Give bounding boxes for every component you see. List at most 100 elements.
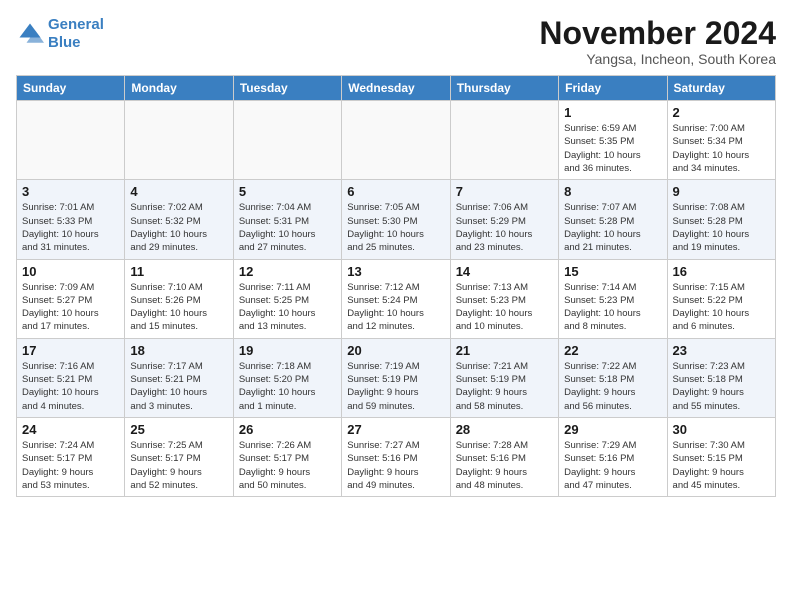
day-number: 22 (564, 343, 661, 358)
day-number: 6 (347, 184, 444, 199)
calendar-day-cell: 12 Sunrise: 7:11 AM Sunset: 5:25 PM Dayli… (233, 259, 341, 338)
day-number: 4 (130, 184, 227, 199)
calendar-day-cell: 24 Sunrise: 7:24 AM Sunset: 5:17 PM Dayli… (17, 417, 125, 496)
calendar-day-cell: 13Sunrise: 7:12 AM Sunset: 5:24 PM Dayli… (342, 259, 450, 338)
day-number: 19 (239, 343, 336, 358)
day-info: Sunrise: 7:26 AM Sunset: 5:17 PM Dayligh… (239, 439, 336, 492)
day-info: Sunrise: 7:13 AM Sunset: 5:23 PM Dayligh… (456, 281, 553, 334)
day-info: Sunrise: 7:06 AM Sunset: 5:29 PM Dayligh… (456, 201, 553, 254)
day-number: 28 (456, 422, 553, 437)
calendar-day-cell: 25 Sunrise: 7:25 AM Sunset: 5:17 PM Dayli… (125, 417, 233, 496)
calendar-day-cell: 19 Sunrise: 7:18 AM Sunset: 5:20 PM Dayli… (233, 338, 341, 417)
day-number: 16 (673, 264, 770, 279)
calendar-day-cell (233, 101, 341, 180)
day-info: Sunrise: 7:10 AM Sunset: 5:26 PM Dayligh… (130, 281, 227, 334)
day-info: Sunrise: 7:16 AM Sunset: 5:21 PM Dayligh… (22, 360, 119, 413)
calendar-day-cell: 11 Sunrise: 7:10 AM Sunset: 5:26 PM Dayli… (125, 259, 233, 338)
logo-icon (16, 20, 44, 48)
day-number: 23 (673, 343, 770, 358)
calendar-header-row: SundayMondayTuesdayWednesdayThursdayFrid… (17, 76, 776, 101)
location-subtitle: Yangsa, Incheon, South Korea (539, 51, 776, 67)
calendar-day-cell: 15Sunrise: 7:14 AM Sunset: 5:23 PM Dayli… (559, 259, 667, 338)
month-title: November 2024 (539, 16, 776, 51)
calendar-day-cell: 10 Sunrise: 7:09 AM Sunset: 5:27 PM Dayli… (17, 259, 125, 338)
day-info: Sunrise: 7:28 AM Sunset: 5:16 PM Dayligh… (456, 439, 553, 492)
weekday-header-monday: Monday (125, 76, 233, 101)
day-info: Sunrise: 7:29 AM Sunset: 5:16 PM Dayligh… (564, 439, 661, 492)
calendar-day-cell (450, 101, 558, 180)
day-info: Sunrise: 6:59 AM Sunset: 5:35 PM Dayligh… (564, 122, 661, 175)
weekday-header-friday: Friday (559, 76, 667, 101)
calendar-day-cell: 5Sunrise: 7:04 AM Sunset: 5:31 PM Daylig… (233, 180, 341, 259)
title-block: November 2024 Yangsa, Incheon, South Kor… (539, 16, 776, 67)
day-number: 9 (673, 184, 770, 199)
logo: General Blue (16, 16, 104, 52)
day-info: Sunrise: 7:19 AM Sunset: 5:19 PM Dayligh… (347, 360, 444, 413)
calendar-day-cell: 21 Sunrise: 7:21 AM Sunset: 5:19 PM Dayli… (450, 338, 558, 417)
calendar-week-row: 17 Sunrise: 7:16 AM Sunset: 5:21 PM Dayli… (17, 338, 776, 417)
calendar-day-cell: 20 Sunrise: 7:19 AM Sunset: 5:19 PM Dayli… (342, 338, 450, 417)
calendar-day-cell (125, 101, 233, 180)
day-number: 25 (130, 422, 227, 437)
logo-line1: General (48, 16, 104, 33)
day-info: Sunrise: 7:12 AM Sunset: 5:24 PM Dayligh… (347, 281, 444, 334)
day-info: Sunrise: 7:01 AM Sunset: 5:33 PM Dayligh… (22, 201, 119, 254)
calendar-day-cell: 1 Sunrise: 6:59 AM Sunset: 5:35 PM Daylig… (559, 101, 667, 180)
day-info: Sunrise: 7:30 AM Sunset: 5:15 PM Dayligh… (673, 439, 770, 492)
day-number: 26 (239, 422, 336, 437)
calendar-day-cell: 4 Sunrise: 7:02 AM Sunset: 5:32 PM Daylig… (125, 180, 233, 259)
calendar-day-cell: 29Sunrise: 7:29 AM Sunset: 5:16 PM Dayli… (559, 417, 667, 496)
calendar-day-cell: 14 Sunrise: 7:13 AM Sunset: 5:23 PM Dayli… (450, 259, 558, 338)
calendar-day-cell: 22 Sunrise: 7:22 AM Sunset: 5:18 PM Dayli… (559, 338, 667, 417)
day-number: 12 (239, 264, 336, 279)
day-info: Sunrise: 7:17 AM Sunset: 5:21 PM Dayligh… (130, 360, 227, 413)
weekday-header-wednesday: Wednesday (342, 76, 450, 101)
calendar-day-cell: 17 Sunrise: 7:16 AM Sunset: 5:21 PM Dayli… (17, 338, 125, 417)
day-info: Sunrise: 7:02 AM Sunset: 5:32 PM Dayligh… (130, 201, 227, 254)
day-number: 8 (564, 184, 661, 199)
calendar-day-cell: 30 Sunrise: 7:30 AM Sunset: 5:15 PM Dayli… (667, 417, 775, 496)
calendar-day-cell: 28 Sunrise: 7:28 AM Sunset: 5:16 PM Dayli… (450, 417, 558, 496)
logo-line2: Blue (48, 34, 81, 51)
day-info: Sunrise: 7:11 AM Sunset: 5:25 PM Dayligh… (239, 281, 336, 334)
calendar-week-row: 10 Sunrise: 7:09 AM Sunset: 5:27 PM Dayli… (17, 259, 776, 338)
day-number: 24 (22, 422, 119, 437)
day-info: Sunrise: 7:14 AM Sunset: 5:23 PM Dayligh… (564, 281, 661, 334)
day-info: Sunrise: 7:07 AM Sunset: 5:28 PM Dayligh… (564, 201, 661, 254)
day-number: 30 (673, 422, 770, 437)
day-info: Sunrise: 7:22 AM Sunset: 5:18 PM Dayligh… (564, 360, 661, 413)
calendar-day-cell (17, 101, 125, 180)
day-info: Sunrise: 7:09 AM Sunset: 5:27 PM Dayligh… (22, 281, 119, 334)
day-number: 27 (347, 422, 444, 437)
day-info: Sunrise: 7:24 AM Sunset: 5:17 PM Dayligh… (22, 439, 119, 492)
day-info: Sunrise: 7:04 AM Sunset: 5:31 PM Dayligh… (239, 201, 336, 254)
day-number: 20 (347, 343, 444, 358)
day-number: 10 (22, 264, 119, 279)
calendar-week-row: 24 Sunrise: 7:24 AM Sunset: 5:17 PM Dayli… (17, 417, 776, 496)
calendar-day-cell: 18 Sunrise: 7:17 AM Sunset: 5:21 PM Dayli… (125, 338, 233, 417)
day-number: 17 (22, 343, 119, 358)
day-number: 18 (130, 343, 227, 358)
day-number: 21 (456, 343, 553, 358)
weekday-header-saturday: Saturday (667, 76, 775, 101)
day-number: 14 (456, 264, 553, 279)
day-info: Sunrise: 7:23 AM Sunset: 5:18 PM Dayligh… (673, 360, 770, 413)
calendar-day-cell: 8 Sunrise: 7:07 AM Sunset: 5:28 PM Daylig… (559, 180, 667, 259)
day-number: 11 (130, 264, 227, 279)
calendar-day-cell: 23 Sunrise: 7:23 AM Sunset: 5:18 PM Dayli… (667, 338, 775, 417)
day-info: Sunrise: 7:18 AM Sunset: 5:20 PM Dayligh… (239, 360, 336, 413)
day-info: Sunrise: 7:27 AM Sunset: 5:16 PM Dayligh… (347, 439, 444, 492)
calendar-day-cell (342, 101, 450, 180)
calendar-week-row: 3 Sunrise: 7:01 AM Sunset: 5:33 PM Daylig… (17, 180, 776, 259)
day-info: Sunrise: 7:25 AM Sunset: 5:17 PM Dayligh… (130, 439, 227, 492)
logo-text: General Blue (48, 16, 104, 52)
day-info: Sunrise: 7:08 AM Sunset: 5:28 PM Dayligh… (673, 201, 770, 254)
day-info: Sunrise: 7:21 AM Sunset: 5:19 PM Dayligh… (456, 360, 553, 413)
calendar-day-cell: 2 Sunrise: 7:00 AM Sunset: 5:34 PM Daylig… (667, 101, 775, 180)
day-number: 2 (673, 105, 770, 120)
day-number: 3 (22, 184, 119, 199)
weekday-header-thursday: Thursday (450, 76, 558, 101)
day-number: 1 (564, 105, 661, 120)
calendar-day-cell: 16Sunrise: 7:15 AM Sunset: 5:22 PM Dayli… (667, 259, 775, 338)
day-info: Sunrise: 7:00 AM Sunset: 5:34 PM Dayligh… (673, 122, 770, 175)
